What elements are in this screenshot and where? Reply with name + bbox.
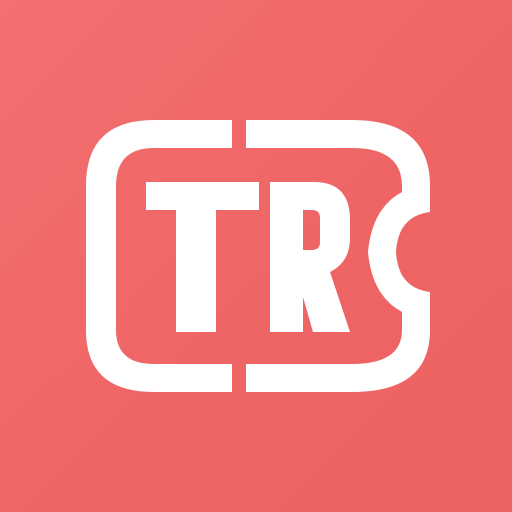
app-icon-background xyxy=(0,0,512,512)
letter-r xyxy=(270,182,350,332)
letter-t xyxy=(146,182,259,332)
monogram-tr xyxy=(146,182,350,332)
ticket-icon xyxy=(86,120,430,392)
